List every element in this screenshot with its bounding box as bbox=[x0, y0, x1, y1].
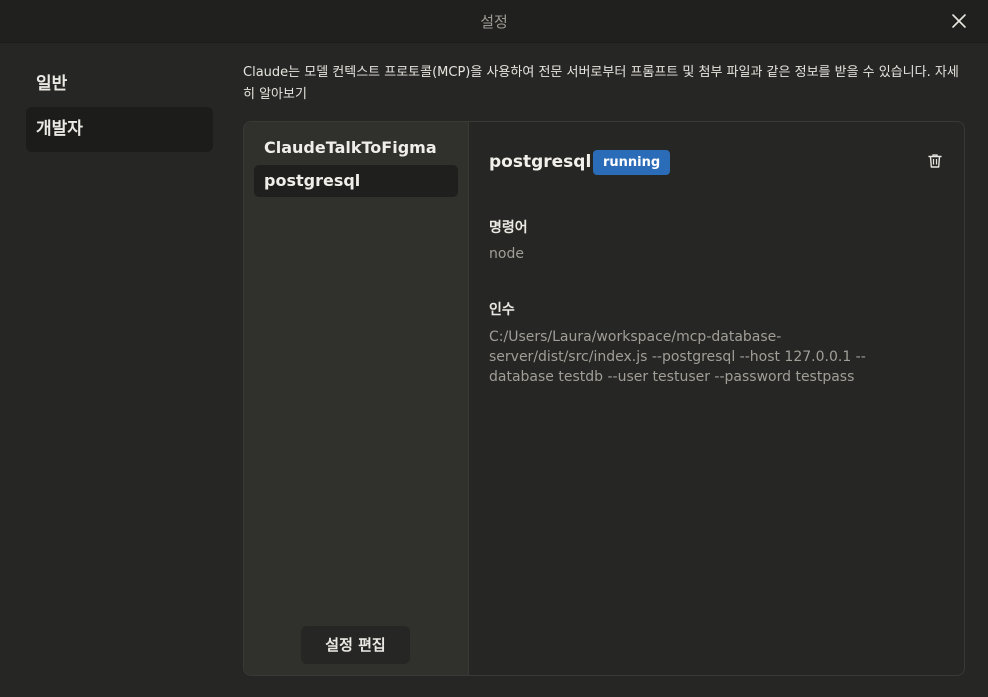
titlebar: 설정 bbox=[0, 0, 988, 43]
command-label: 명령어 bbox=[489, 220, 528, 236]
server-item-claudetalktofigma[interactable]: ClaudeTalkToFigma bbox=[254, 132, 458, 164]
close-button[interactable] bbox=[948, 10, 970, 32]
status-badge: running bbox=[593, 150, 671, 175]
server-list: ClaudeTalkToFigma postgresql 설정 편집 bbox=[244, 122, 469, 675]
server-detail-name: postgresql bbox=[489, 152, 592, 172]
settings-window: 설정 일반 개발자 Claude는 모델 컨텍스트 프로토콜(MCP)을 사용하… bbox=[0, 0, 988, 697]
window-title: 설정 bbox=[480, 13, 508, 31]
mcp-description-text: Claude는 모델 컨텍스트 프로토콜(MCP)을 사용하여 전문 서버로부터… bbox=[243, 65, 931, 80]
command-value: node bbox=[489, 246, 524, 262]
trash-icon bbox=[928, 154, 942, 168]
nav-item-general[interactable]: 일반 bbox=[26, 62, 213, 107]
args-label: 인수 bbox=[489, 302, 515, 318]
mcp-servers-panel: ClaudeTalkToFigma postgresql 설정 편집 postg… bbox=[243, 121, 965, 676]
server-detail: postgresql running 명령어 node 인수 C:/Users/… bbox=[469, 122, 964, 675]
settings-nav: 일반 개발자 bbox=[26, 62, 213, 152]
args-value: C:/Users/Laura/workspace/mcp-database-se… bbox=[489, 329, 866, 385]
edit-config-button[interactable]: 설정 편집 bbox=[301, 626, 410, 664]
server-item-postgresql[interactable]: postgresql bbox=[254, 165, 458, 197]
close-icon bbox=[952, 14, 966, 28]
mcp-description: Claude는 모델 컨텍스트 프로토콜(MCP)을 사용하여 전문 서버로부터… bbox=[243, 62, 968, 106]
nav-item-developer[interactable]: 개발자 bbox=[26, 107, 213, 152]
delete-server-button[interactable] bbox=[926, 152, 944, 170]
